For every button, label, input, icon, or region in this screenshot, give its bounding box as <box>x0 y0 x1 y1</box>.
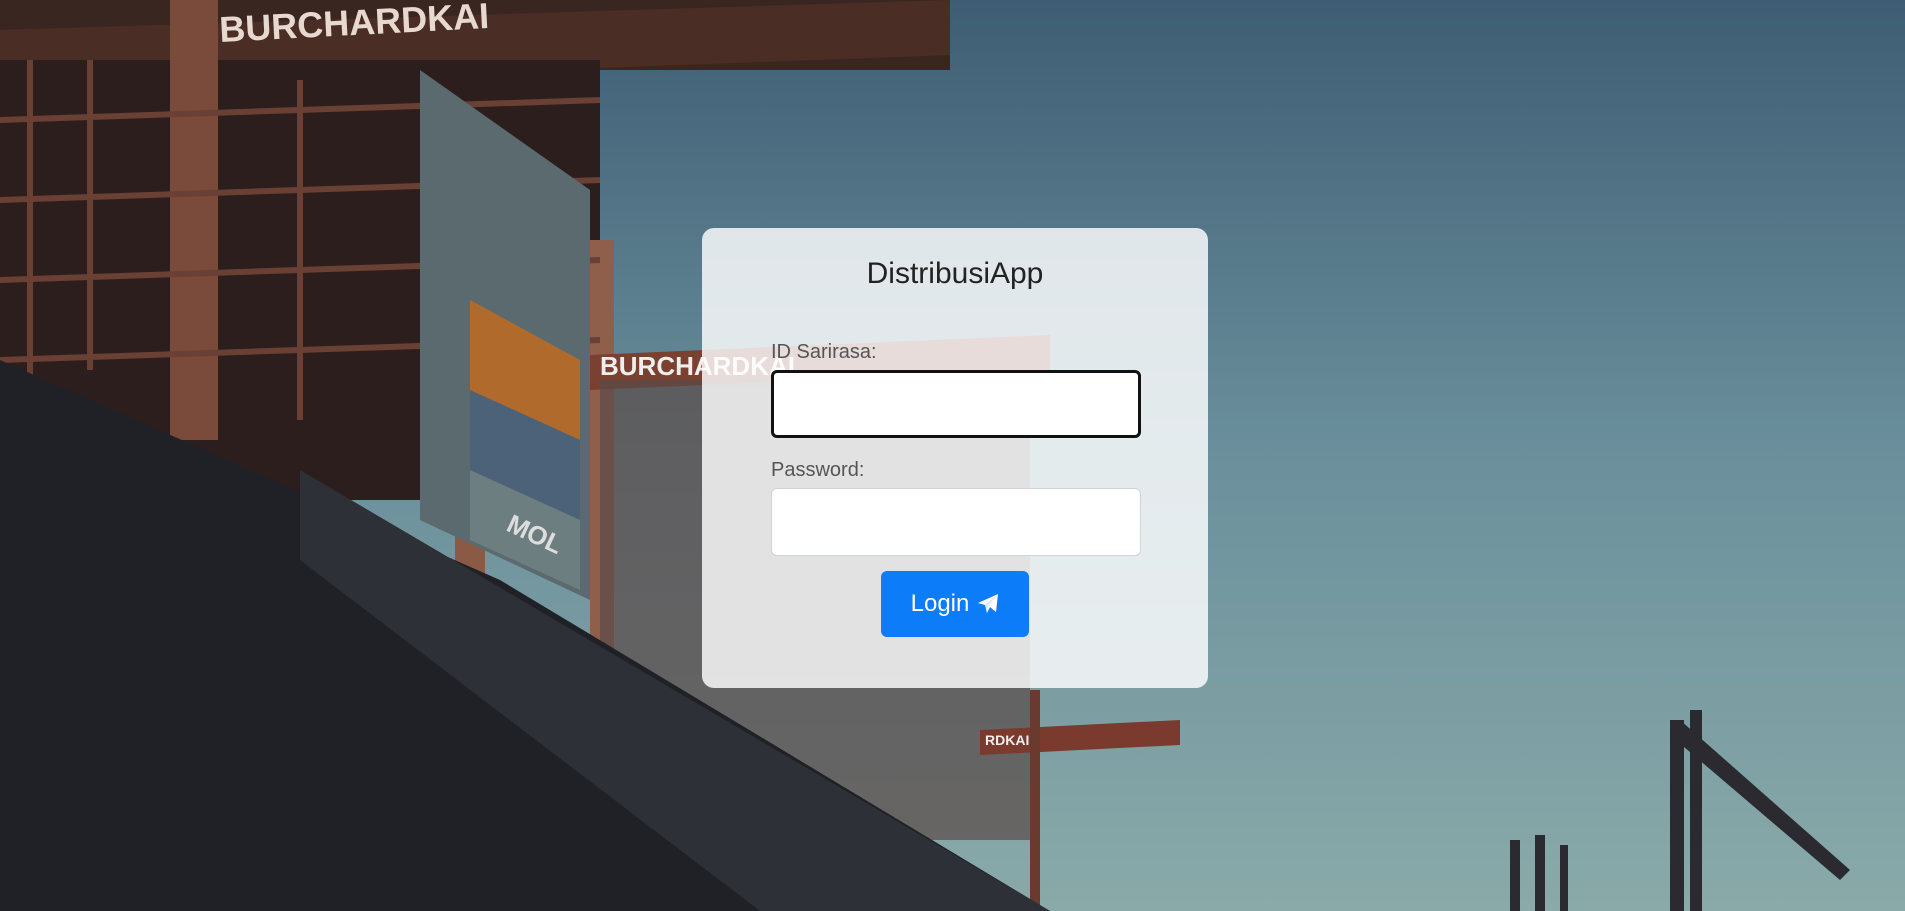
password-input[interactable] <box>771 488 1141 556</box>
login-card: DistribusiApp ID Sarirasa: Password: Log… <box>702 228 1208 688</box>
svg-text:RDKAI: RDKAI <box>985 732 1029 748</box>
app-title: DistribusiApp <box>866 257 1044 290</box>
login-button-label: Login <box>910 590 970 617</box>
password-label: Password: <box>771 459 865 481</box>
id-sarirasa-input[interactable] <box>771 370 1141 438</box>
id-sarirasa-label: ID Sarirasa: <box>771 341 877 363</box>
login-button[interactable]: Login <box>881 571 1029 637</box>
button-row: Login <box>771 571 1139 637</box>
paper-plane-icon <box>977 593 999 615</box>
